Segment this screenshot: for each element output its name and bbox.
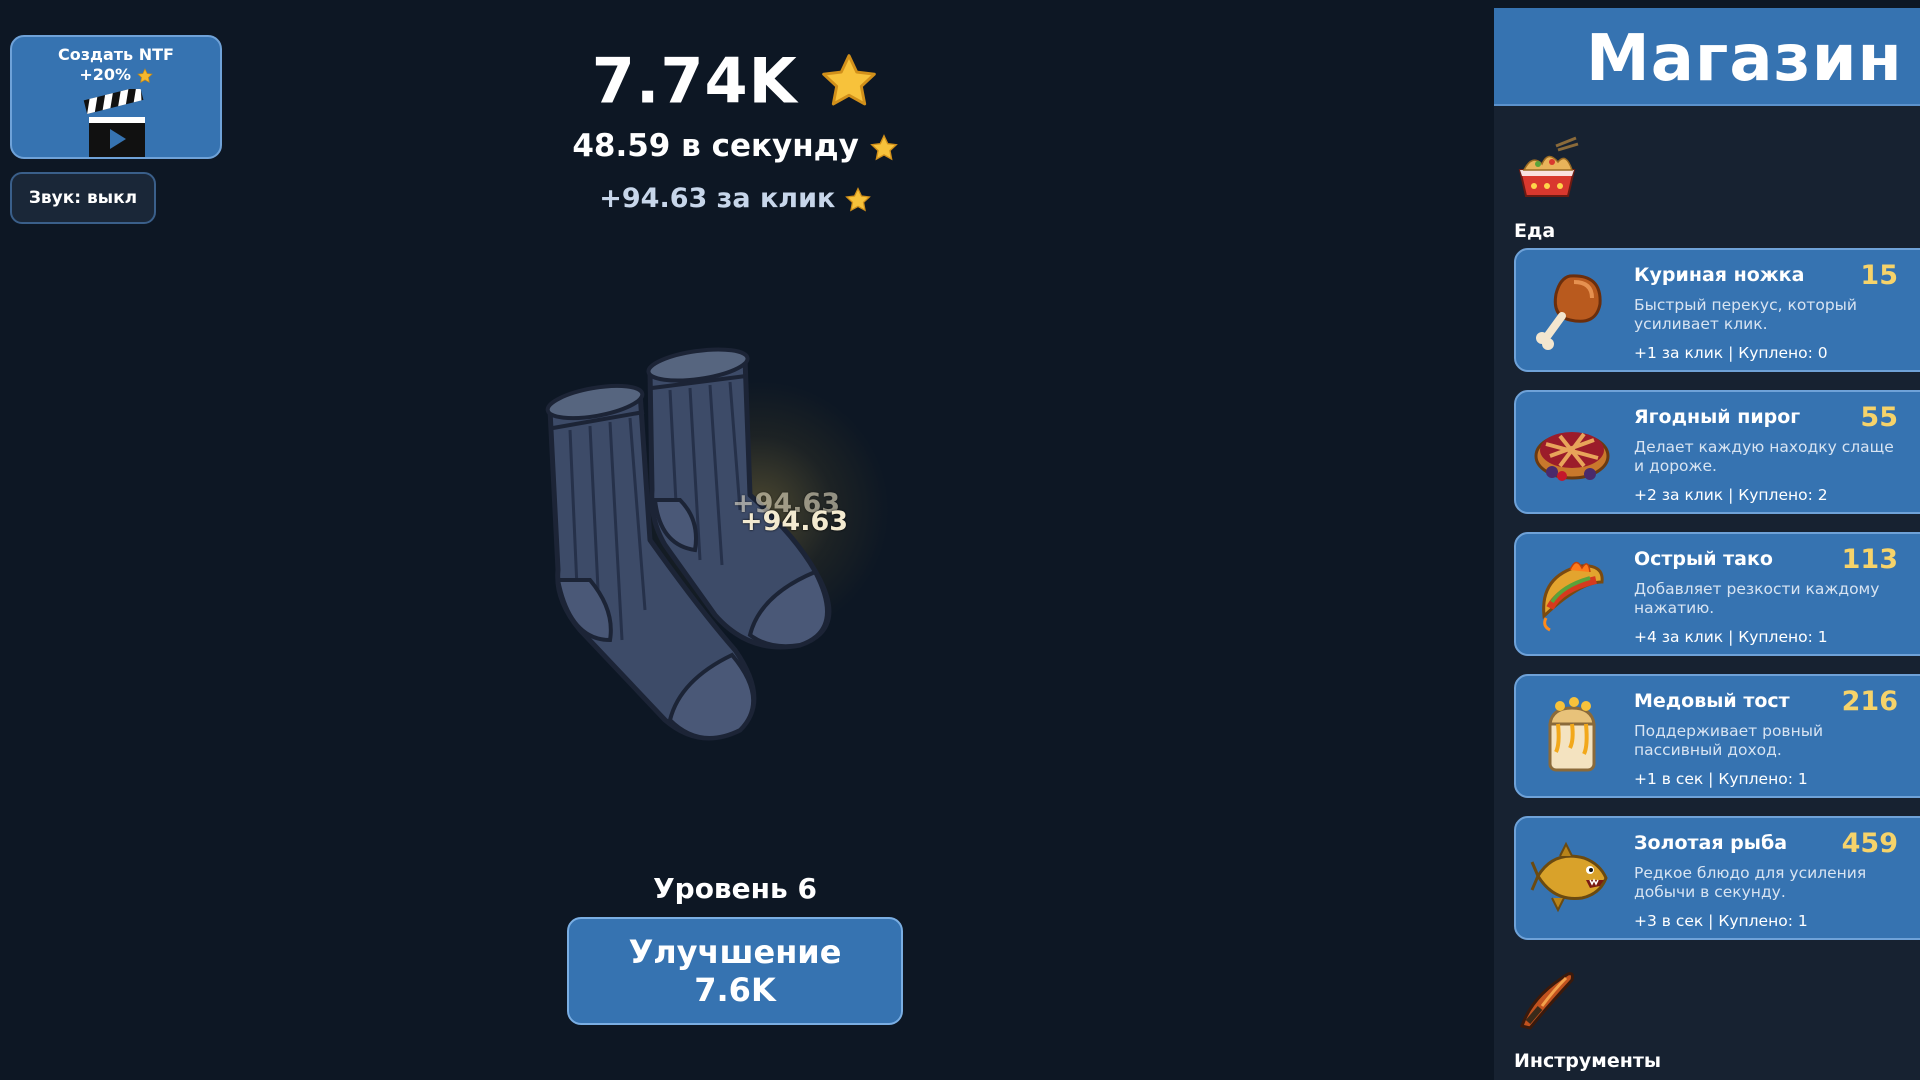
noodle-box-icon: [1518, 136, 1579, 197]
total-value: 7.74K: [591, 44, 798, 118]
item-price: 216: [1841, 686, 1898, 717]
item-stats: +2 за клик | Куплено: 2: [1634, 486, 1828, 504]
shop-item-spicy-taco[interactable]: Острый тако 113 Добавляет резкости каждо…: [1514, 532, 1920, 656]
star-icon: [844, 186, 871, 212]
item-description: Быстрый перекус, который усиливает клик.: [1634, 296, 1857, 333]
shop-title: Магазин: [1586, 22, 1903, 96]
chicken-leg-icon: [1536, 274, 1602, 350]
item-price: 55: [1860, 402, 1898, 433]
shop-item-chicken-leg[interactable]: Куриная ножка 15 Быстрый перекус, которы…: [1514, 248, 1920, 372]
shop-item-berry-pie[interactable]: Ягодный пирог 55 Делает каждую находку с…: [1514, 390, 1920, 514]
total-stars: 7.74K: [0, 40, 1470, 117]
per-second-value: 48.59 в секунду: [572, 128, 859, 164]
item-price: 459: [1841, 828, 1898, 859]
item-price: 113: [1841, 544, 1898, 575]
upgrade-button[interactable]: Улучшение 7.6K: [567, 917, 903, 1025]
item-name: Золотая рыба: [1634, 832, 1788, 854]
item-description: Поддерживает ровный пассивный доход.: [1634, 722, 1824, 759]
item-description: Редкое блюдо для усиления добычи в секун…: [1634, 864, 1867, 901]
shop-panel[interactable]: Магазин Еда Куриная ножка 15 Быстрый пер…: [1494, 8, 1920, 1080]
shop-item-golden-fish[interactable]: Золотая рыба 459 Редкое блюдо для усилен…: [1514, 816, 1920, 940]
upgrade-label: Улучшение: [628, 933, 842, 971]
socks-icon: [545, 347, 832, 741]
berry-pie-icon: [1534, 432, 1610, 481]
star-icon: [822, 54, 877, 106]
item-name: Куриная ножка: [1634, 264, 1805, 286]
item-name: Медовый тост: [1634, 690, 1790, 712]
golden-fish-icon: [1530, 841, 1608, 913]
floating-gain-text: +94.63: [740, 506, 849, 537]
shop-item-honey-toast[interactable]: Медовый тост 216 Поддерживает ровный пас…: [1514, 674, 1920, 798]
item-description: Добавляет резкости каждому нажатию.: [1634, 580, 1880, 617]
item-description: Делает каждую находку слаще и дороже.: [1634, 438, 1894, 475]
item-stats: +4 за клик | Куплено: 1: [1634, 628, 1828, 646]
item-price: 15: [1860, 260, 1898, 291]
category-label-tools: Инструменты: [1514, 1050, 1662, 1072]
item-stats: +1 в сек | Куплено: 1: [1634, 770, 1808, 788]
per-click-value: +94.63 за клик: [599, 183, 836, 214]
per-click-rate: +94.63 за клик: [0, 183, 1470, 214]
item-stats: +3 в сек | Куплено: 1: [1634, 912, 1808, 930]
star-icon: [869, 133, 898, 160]
item-name: Ягодный пирог: [1634, 406, 1801, 428]
level-label: Уровень 6: [653, 872, 817, 905]
taco-icon: [1542, 561, 1604, 632]
shop-header: Магазин: [1494, 8, 1920, 106]
item-name: Острый тако: [1634, 548, 1773, 570]
honey-toast-icon: [1548, 697, 1596, 772]
tool-icon: [1520, 972, 1574, 1030]
category-label-food: Еда: [1514, 220, 1556, 242]
per-second-rate: 48.59 в секунду: [0, 128, 1470, 164]
socks-click-target[interactable]: +94.63 +94.63: [500, 310, 970, 760]
item-stats: +1 за клик | Куплено: 0: [1634, 344, 1828, 362]
upgrade-cost: 7.6K: [694, 971, 776, 1009]
